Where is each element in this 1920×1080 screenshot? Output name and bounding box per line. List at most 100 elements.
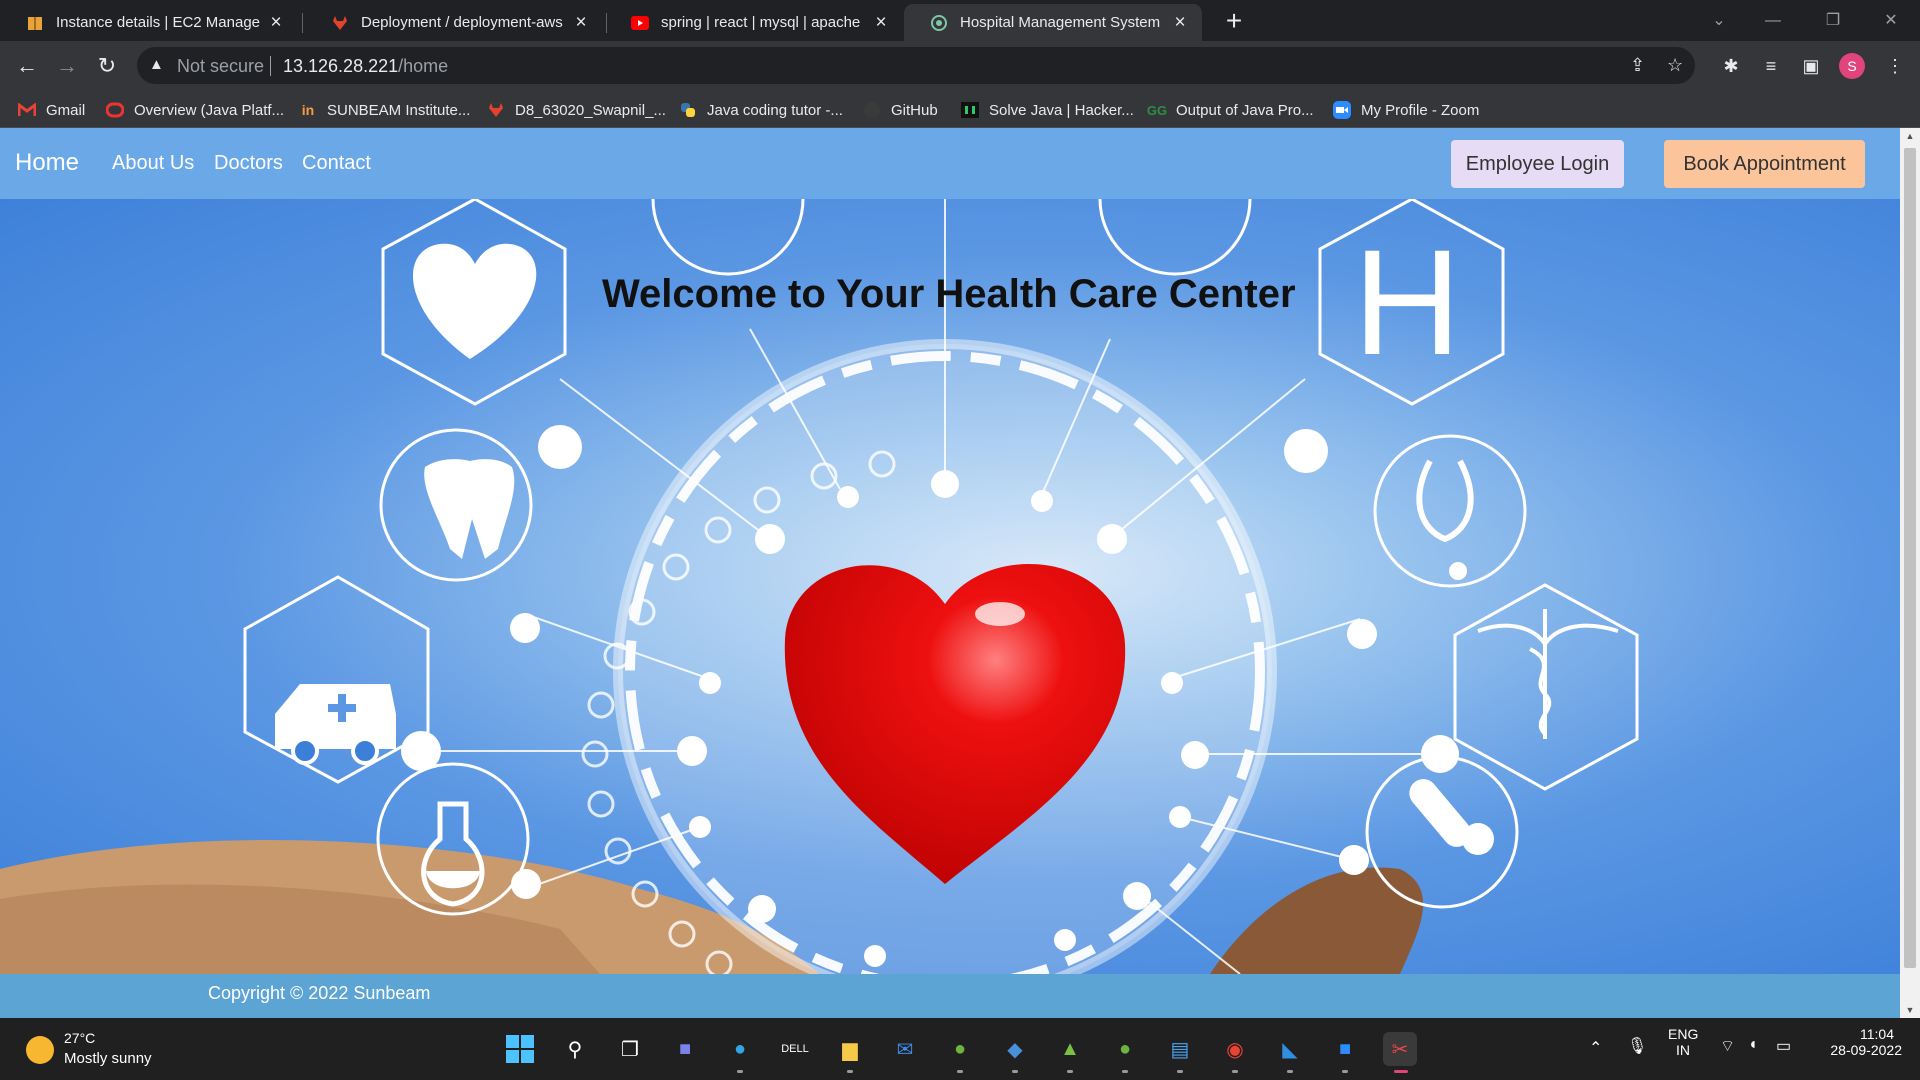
tab-youtube[interactable]: spring | react | mysql | apache 2 | ×	[605, 4, 903, 41]
bookmark-label: Java coding tutor -...	[707, 101, 843, 119]
browser-toolbar: ← → ↻ ▲ Not secure 13.126.28.221/home ⇪ …	[0, 41, 1920, 90]
scroll-down-arrow-icon[interactable]: ▼	[1900, 1002, 1920, 1018]
chevron-up-icon[interactable]: ⌃	[1589, 1038, 1602, 1058]
tab-title: Hospital Management System	[960, 14, 1161, 31]
tab-deployment[interactable]: Deployment / deployment-aws ×	[305, 4, 603, 41]
employee-login-button[interactable]: Employee Login	[1451, 140, 1624, 188]
star-icon[interactable]: ☆	[1667, 55, 1683, 76]
mysql-workbench-icon[interactable]: ◆	[998, 1032, 1032, 1066]
dell-icon[interactable]: DELL	[778, 1032, 812, 1066]
os-taskbar: 27°C Mostly sunny ⚲ ❐ ■ ● DELL ▆ ✉ ● ◆ ▲…	[0, 1018, 1920, 1080]
bookmark-gmail[interactable]: Gmail	[18, 99, 85, 121]
microphone-icon[interactable]: 🎙	[1627, 1036, 1647, 1056]
bookmark-label: My Profile - Zoom	[1361, 101, 1480, 119]
gitlab-icon	[487, 101, 505, 119]
bookmark-github[interactable]: GitHub	[863, 99, 938, 121]
chrome-icon[interactable]: ◉	[1218, 1032, 1252, 1066]
hospital-h-icon: H	[1353, 218, 1461, 386]
zoom-icon[interactable]: ■	[1328, 1032, 1362, 1066]
active-indicator	[1394, 1070, 1408, 1073]
teams-chat-icon[interactable]: ■	[668, 1032, 702, 1066]
windows-start-icon[interactable]	[503, 1032, 537, 1066]
close-icon[interactable]: ×	[1170, 12, 1190, 33]
wifi-icon[interactable]: ⌔	[1720, 1036, 1735, 1056]
lang-bottom: IN	[1676, 1042, 1690, 1058]
battery-icon[interactable]: ▭	[1776, 1036, 1791, 1056]
bookmark-java-tutor[interactable]: Java coding tutor -...	[679, 99, 843, 121]
bookmark-label: SUNBEAM Institute...	[327, 101, 471, 119]
running-indicator	[1122, 1070, 1128, 1073]
extensions-icon[interactable]: ✱	[1715, 50, 1747, 82]
volume-icon[interactable]: ◖	[1748, 1036, 1758, 1054]
scroll-up-arrow-icon[interactable]: ▲	[1900, 128, 1920, 144]
bookmark-zoom[interactable]: My Profile - Zoom	[1333, 99, 1479, 121]
gitlab-icon	[331, 14, 349, 32]
chevron-down-icon[interactable]: ⌄	[1696, 6, 1742, 36]
weather-temp: 27°C	[64, 1030, 96, 1046]
stethoscope-icon	[1416, 459, 1474, 543]
share-icon[interactable]: ⇪	[1630, 55, 1645, 76]
security-label: Not secure	[177, 56, 265, 76]
heart-plus-icon	[412, 243, 537, 359]
side-panel-icon[interactable]: ▣	[1795, 50, 1827, 82]
search-icon[interactable]: ⚲	[558, 1032, 592, 1066]
nav-contact-link[interactable]: Contact	[302, 152, 371, 175]
gfg-icon: GG	[1146, 102, 1168, 118]
media-queue-icon[interactable]: ≡	[1755, 50, 1787, 82]
globe-icon	[930, 14, 948, 32]
tab-title: spring | react | mysql | apache 2 |	[661, 14, 865, 31]
task-view-icon[interactable]: ❐	[613, 1032, 647, 1066]
clock[interactable]: 11:04 28-09-2022	[1820, 1026, 1902, 1058]
nav-doctors-link[interactable]: Doctors	[214, 152, 283, 175]
gmail-icon	[18, 101, 36, 119]
python-icon	[679, 101, 697, 119]
bookmark-label: Solve Java | Hacker...	[989, 101, 1134, 119]
nav-about-link[interactable]: About Us	[112, 152, 194, 175]
minimize-button[interactable]: —	[1750, 6, 1796, 36]
new-tab-button[interactable]: +	[1221, 7, 1247, 35]
bookmark-gitlab[interactable]: D8_63020_Swapnil_...	[487, 99, 666, 121]
ambulance-icon	[275, 684, 396, 765]
bookmark-hackerrank[interactable]: Solve Java | Hacker...	[961, 99, 1134, 121]
profile-avatar[interactable]: S	[1839, 53, 1865, 79]
app-icon[interactable]: ▲	[1053, 1032, 1087, 1066]
weather-condition: Mostly sunny	[64, 1050, 152, 1067]
tab-ec2[interactable]: Instance details | EC2 Manageme ×	[0, 4, 298, 41]
forward-arrow-icon[interactable]: →	[51, 50, 83, 82]
close-window-button[interactable]: ✕	[1868, 6, 1914, 36]
running-indicator	[1012, 1070, 1018, 1073]
snipping-tool-icon[interactable]: ✂	[1383, 1032, 1417, 1066]
spring-tools-icon[interactable]: ●	[1108, 1032, 1142, 1066]
nav-home-link[interactable]: Home	[15, 149, 79, 177]
aws-box-icon	[26, 14, 44, 32]
hero-title: Welcome to Your Health Care Center	[602, 272, 1296, 316]
running-indicator	[1177, 1070, 1183, 1073]
ambulance-cross-h	[328, 704, 356, 712]
tab-hospital[interactable]: Hospital Management System ×	[904, 4, 1202, 41]
page-scrollbar[interactable]: ▲ ▼	[1900, 128, 1920, 1018]
mail-icon[interactable]: ✉	[888, 1032, 922, 1066]
vscode-icon[interactable]: ◣	[1273, 1032, 1307, 1066]
notepad-icon[interactable]: ▤	[1163, 1032, 1197, 1066]
restore-button[interactable]: ❐	[1810, 6, 1856, 36]
book-appointment-button[interactable]: Book Appointment	[1664, 140, 1865, 188]
bookmark-output-java[interactable]: GG Output of Java Pro...	[1146, 99, 1314, 121]
bookmark-java-overview[interactable]: Overview (Java Platf...	[106, 99, 284, 121]
close-icon[interactable]: ×	[871, 12, 891, 33]
language-indicator[interactable]: ENG IN	[1668, 1026, 1698, 1058]
bookmark-label: Overview (Java Platf...	[134, 101, 285, 119]
back-arrow-icon[interactable]: ←	[11, 50, 43, 82]
close-icon[interactable]: ×	[571, 12, 591, 33]
menu-kebab-icon[interactable]: ⋮	[1879, 50, 1911, 82]
scrollbar-thumb[interactable]	[1904, 148, 1916, 968]
running-indicator	[847, 1070, 853, 1073]
reload-icon[interactable]: ↻	[91, 50, 123, 82]
file-explorer-icon[interactable]: ▆	[833, 1032, 867, 1066]
close-icon[interactable]: ×	[266, 12, 286, 33]
url-path: /home	[398, 56, 449, 76]
spring-tools-icon[interactable]: ●	[943, 1032, 977, 1066]
edge-icon[interactable]: ●	[723, 1032, 757, 1066]
bookmark-sunbeam[interactable]: in SUNBEAM Institute...	[299, 99, 471, 121]
tooth-icon	[424, 459, 515, 559]
address-bar[interactable]: ▲ Not secure 13.126.28.221/home ⇪ ☆	[137, 47, 1695, 84]
